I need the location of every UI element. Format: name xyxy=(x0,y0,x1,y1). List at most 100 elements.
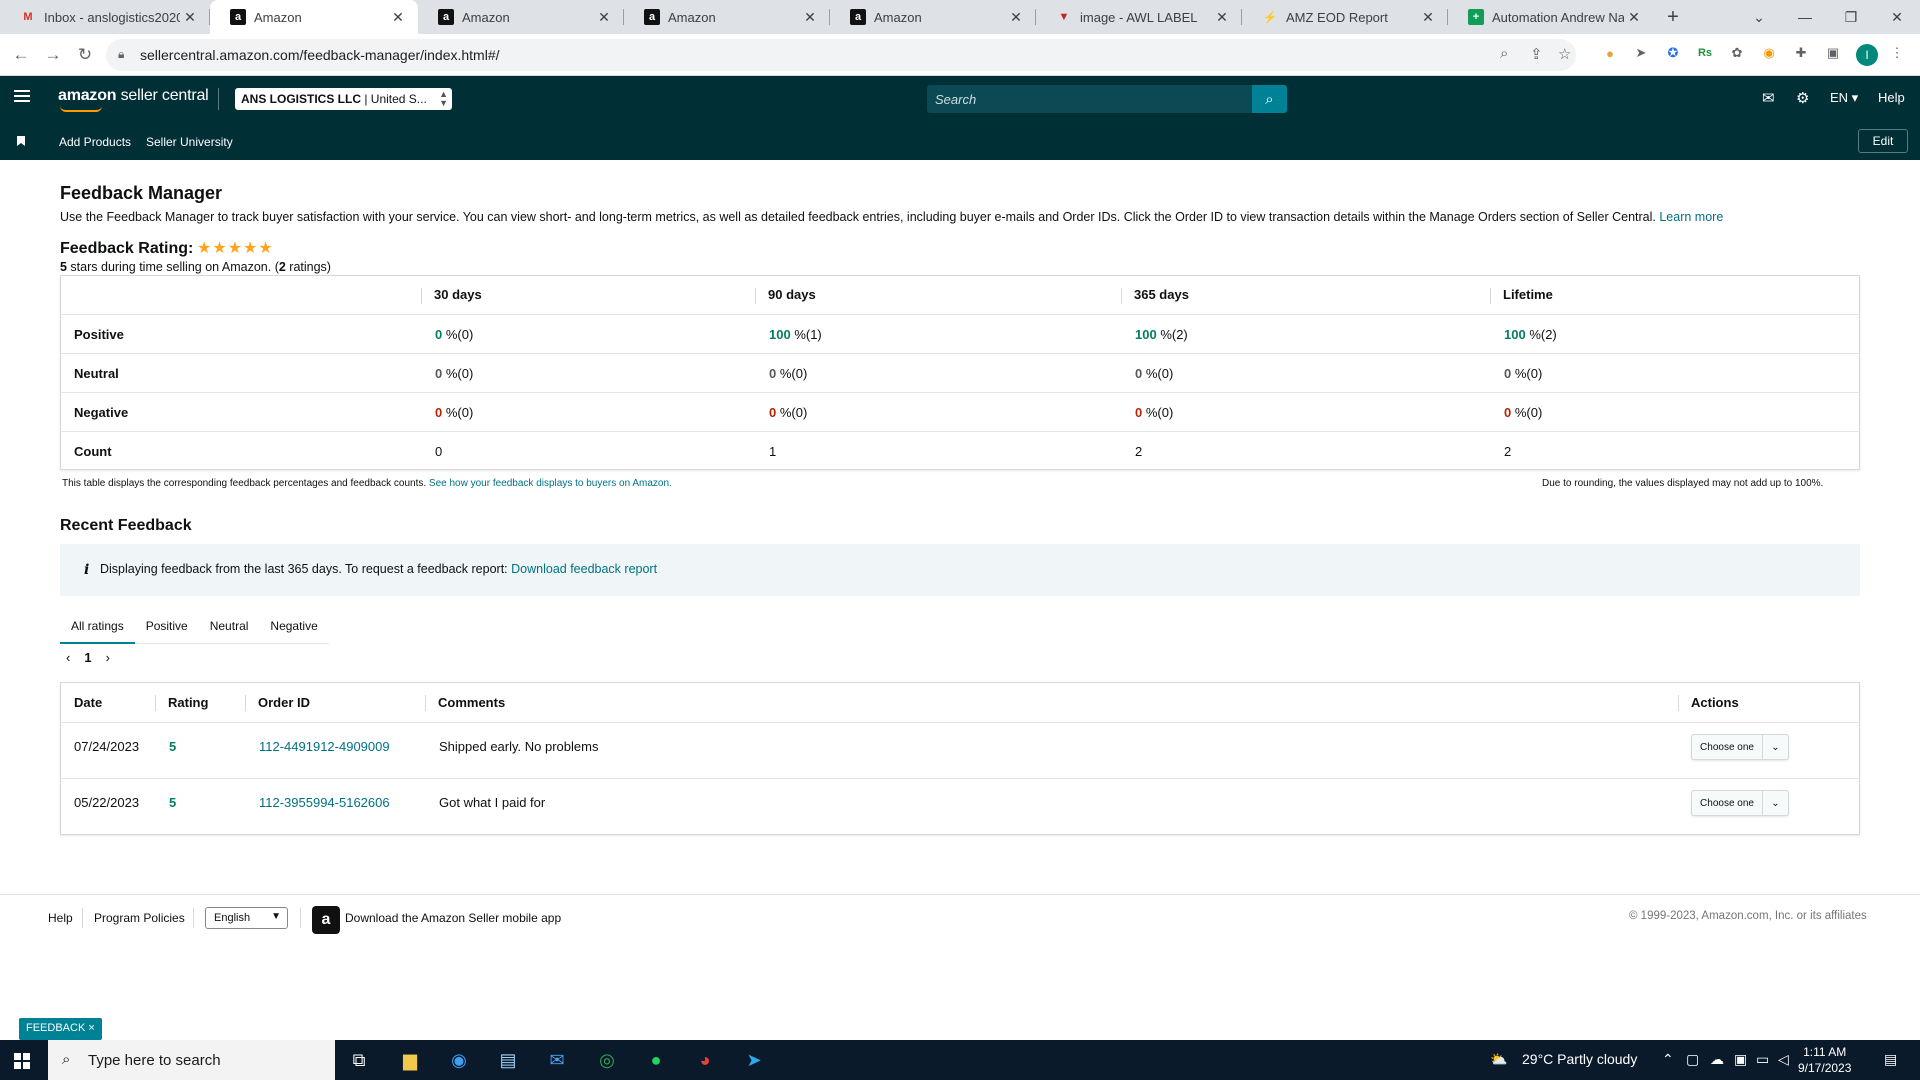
taskbar-search[interactable]: ⌕ Type here to search xyxy=(48,1040,335,1080)
weather-text[interactable]: 29°C Partly cloudy xyxy=(1522,1051,1637,1067)
extension-icon[interactable]: ✿ xyxy=(1728,44,1746,62)
language-selector[interactable]: EN ▾ xyxy=(1830,90,1858,106)
clock[interactable]: 1:11 AM 9/17/2023 xyxy=(1798,1044,1851,1076)
help-link[interactable]: Help xyxy=(1878,90,1905,105)
extension-icon[interactable]: ◉ xyxy=(1760,44,1778,62)
volume-icon[interactable]: ◁ xyxy=(1778,1051,1789,1068)
footer-help-link[interactable]: Help xyxy=(48,911,73,925)
search-button[interactable]: ⌕ xyxy=(1252,85,1287,113)
restore-icon[interactable]: ❐ xyxy=(1828,0,1874,34)
tab-search-icon[interactable]: ⌄ xyxy=(1736,0,1782,34)
tab-positive[interactable]: Positive xyxy=(135,610,199,644)
bookmark-star-icon[interactable]: ☆ xyxy=(1558,45,1571,63)
side-panel-icon[interactable]: ▣ xyxy=(1824,44,1842,62)
download-app-link[interactable]: Download the Amazon Seller mobile app xyxy=(345,911,561,925)
tray-icon[interactable]: ▢ xyxy=(1686,1051,1699,1068)
account-switcher[interactable]: ANS LOGISTICS LLC | United S... ▲ ▼ xyxy=(235,88,452,110)
browser-tab[interactable]: ⚡ AMZ EOD Report ✕ xyxy=(1242,0,1448,34)
actions-dropdown[interactable]: Choose one ⌄ xyxy=(1691,790,1789,816)
hamburger-menu-icon[interactable] xyxy=(14,90,30,102)
tab-all-ratings[interactable]: All ratings xyxy=(60,610,135,644)
mail-icon[interactable]: ✉ xyxy=(1762,89,1775,107)
browser-tab[interactable]: a Amazon ✕ xyxy=(830,0,1036,34)
minimize-icon[interactable]: — xyxy=(1782,0,1828,34)
app-icon[interactable]: ◕ xyxy=(689,1046,721,1074)
task-view-icon[interactable]: ⧉ xyxy=(343,1046,375,1074)
next-page-icon[interactable]: › xyxy=(106,650,110,665)
browser-tab-active[interactable]: a Amazon ✕ xyxy=(210,0,418,34)
search-box[interactable] xyxy=(927,85,1252,113)
actions-dropdown[interactable]: Choose one ⌄ xyxy=(1691,734,1789,760)
url-text[interactable]: sellercentral.amazon.com/feedback-manage… xyxy=(140,47,500,63)
prev-page-icon[interactable]: ‹ xyxy=(66,650,70,665)
amazon-app-icon[interactable]: a xyxy=(312,906,340,934)
rating-filter-tabs: All ratings Positive Neutral Negative xyxy=(60,610,329,644)
spotify-icon[interactable]: ● xyxy=(640,1046,672,1074)
browser-toolbar: ← → ↻ 🔒︎ sellercentral.amazon.com/feedba… xyxy=(0,34,1920,76)
extension-icon[interactable]: ● xyxy=(1601,44,1619,62)
close-tab-icon[interactable]: ✕ xyxy=(388,9,408,26)
order-id-link[interactable]: 112-4491912-4909009 xyxy=(259,739,390,754)
chevron-down-icon[interactable]: ⌄ xyxy=(1762,791,1788,815)
browser-tab[interactable]: a Amazon ✕ xyxy=(418,0,624,34)
browser-tab[interactable]: ▼ image - AWL LABEL ✕ xyxy=(1036,0,1242,34)
feedback-button[interactable]: FEEDBACK × xyxy=(19,1018,102,1040)
profile-avatar[interactable]: I xyxy=(1856,44,1878,66)
browser-tab[interactable]: + Automation Andrew Najib ✕ xyxy=(1448,0,1654,34)
seller-central-logo[interactable]: amazon seller central xyxy=(58,87,209,112)
close-tab-icon[interactable]: ✕ xyxy=(1212,9,1232,26)
weather-icon[interactable]: ⛅ xyxy=(1490,1051,1507,1068)
telegram-icon[interactable]: ➤ xyxy=(738,1046,770,1074)
extension-icon[interactable]: ✪ xyxy=(1664,44,1682,62)
zoom-icon[interactable]: ⌕ xyxy=(1500,45,1508,62)
browser-menu-icon[interactable]: ⋮ xyxy=(1888,44,1906,62)
bookmark-seller-university[interactable]: Seller University xyxy=(146,135,233,149)
extensions-puzzle-icon[interactable]: ✚ xyxy=(1792,44,1810,62)
tab-negative[interactable]: Negative xyxy=(259,610,328,644)
store-icon[interactable]: ▤ xyxy=(492,1046,524,1074)
learn-more-link[interactable]: Learn more xyxy=(1659,210,1723,224)
close-tab-icon[interactable]: ✕ xyxy=(594,9,614,26)
extension-icon[interactable]: ➤ xyxy=(1632,44,1650,62)
gear-icon[interactable]: ⚙ xyxy=(1796,89,1809,107)
forward-icon[interactable]: → xyxy=(40,42,66,68)
tray-chevron-icon[interactable]: ⌃ xyxy=(1662,1051,1674,1068)
page-number[interactable]: 1 xyxy=(84,650,91,665)
close-tab-icon[interactable]: ✕ xyxy=(180,9,200,26)
bookmark-icon[interactable] xyxy=(17,136,25,146)
footer-language-select[interactable]: English ▼ xyxy=(205,907,288,929)
browser-tab[interactable]: a Amazon ✕ xyxy=(624,0,830,34)
order-id-link[interactable]: 112-3955994-5162606 xyxy=(259,795,390,810)
chrome-icon[interactable]: ◎ xyxy=(591,1046,623,1074)
download-feedback-report-link[interactable]: Download feedback report xyxy=(511,562,657,576)
edge-icon[interactable]: ◉ xyxy=(443,1046,475,1074)
search-input[interactable] xyxy=(927,85,1252,113)
close-tab-icon[interactable]: ✕ xyxy=(1418,9,1438,26)
program-policies-link[interactable]: Program Policies xyxy=(94,911,185,925)
tray-icon[interactable]: ▣ xyxy=(1734,1051,1747,1068)
reload-icon[interactable]: ↻ xyxy=(72,42,98,68)
address-bar[interactable]: 🔒︎ sellercentral.amazon.com/feedback-man… xyxy=(106,39,1576,71)
edit-bookmarks-button[interactable]: Edit xyxy=(1858,129,1908,153)
windows-start-icon[interactable] xyxy=(14,1053,30,1069)
feedback-display-link[interactable]: See how your feedback displays to buyers… xyxy=(429,478,672,489)
onedrive-icon[interactable]: ☁ xyxy=(1710,1051,1724,1068)
close-window-icon[interactable]: ✕ xyxy=(1874,0,1920,34)
bookmark-add-products[interactable]: Add Products xyxy=(59,135,131,149)
extension-icon[interactable]: Rs xyxy=(1696,44,1714,62)
tab-neutral[interactable]: Neutral xyxy=(199,610,260,644)
browser-tab[interactable]: MInbox - anslogistics2020@✕ xyxy=(0,0,210,34)
lock-icon[interactable]: 🔒︎ xyxy=(118,47,124,62)
network-icon[interactable]: ▭ xyxy=(1756,1051,1769,1068)
back-icon[interactable]: ← xyxy=(8,42,34,68)
notification-icon[interactable]: ▤ xyxy=(1884,1051,1897,1068)
close-tab-icon[interactable]: ✕ xyxy=(1624,9,1644,26)
file-explorer-icon[interactable]: ▆ xyxy=(394,1046,426,1074)
close-tab-icon[interactable]: ✕ xyxy=(1006,9,1026,26)
close-tab-icon[interactable]: ✕ xyxy=(800,9,820,26)
footer-divider xyxy=(0,894,1920,895)
share-icon[interactable]: ⇪ xyxy=(1530,45,1543,63)
new-tab-button[interactable]: + xyxy=(1662,6,1684,29)
chevron-down-icon[interactable]: ⌄ xyxy=(1762,735,1788,759)
mail-app-icon[interactable]: ✉ xyxy=(541,1046,573,1074)
